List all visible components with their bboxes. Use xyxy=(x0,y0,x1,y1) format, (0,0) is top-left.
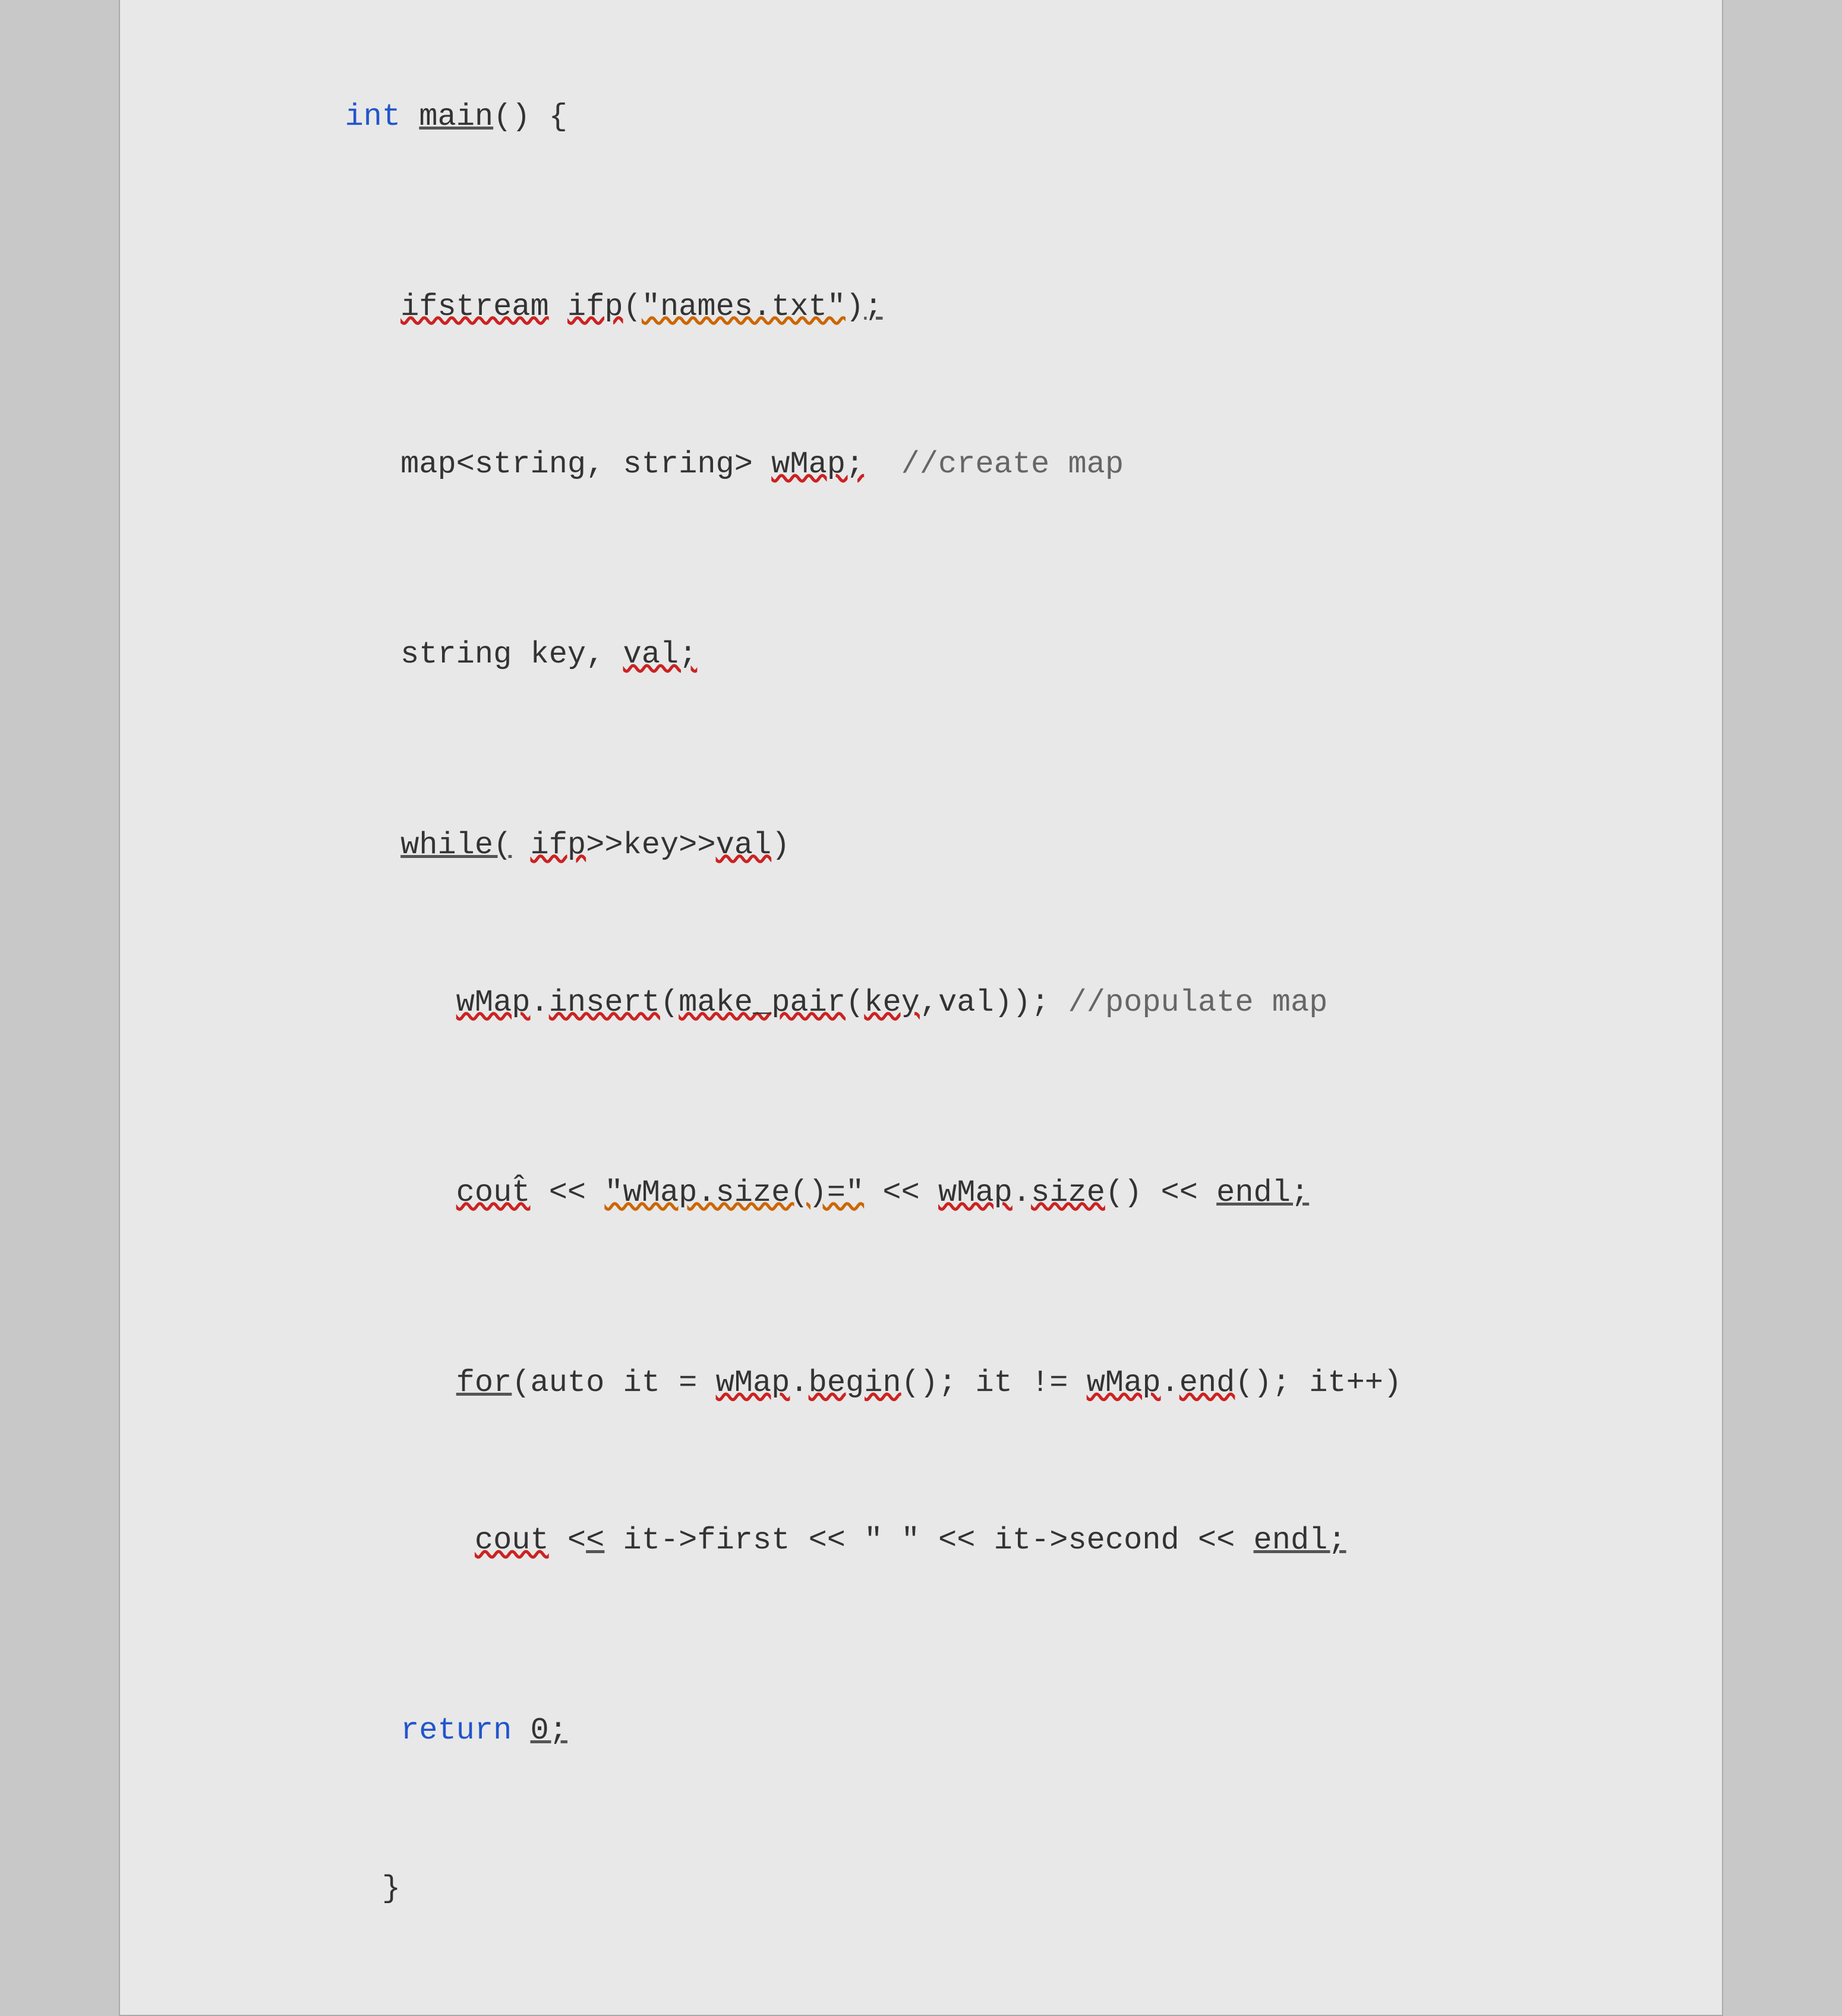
main-underline: main xyxy=(419,99,493,134)
comment-populate: //populate map xyxy=(1068,985,1328,1020)
ifp2-underline: ifp xyxy=(531,828,586,863)
line-while: while( ifp>>key>>val) xyxy=(215,766,1674,924)
keyword-int: int xyxy=(345,99,400,134)
lt-underline: < xyxy=(586,1523,604,1558)
endl1-underline: endl; xyxy=(1216,1175,1309,1210)
keyword-return: return xyxy=(400,1713,512,1748)
line-return: return 0; xyxy=(215,1652,1674,1810)
blank6 xyxy=(215,1082,1674,1115)
code-block: #include <iostream> #include <fstream> #… xyxy=(215,0,1674,1967)
line-using: using namespace std; xyxy=(215,0,1674,5)
size-string-underline: "wMap.size()=" xyxy=(604,1175,864,1210)
size-underline: size xyxy=(1031,1175,1105,1210)
blank3 xyxy=(215,196,1674,229)
while-underline: while( xyxy=(400,828,512,863)
cout-underline: cout xyxy=(456,1175,531,1210)
line-cout-it: cout << it->first << " " << it->second <… xyxy=(215,1462,1674,1620)
wmap5-underline: wMap xyxy=(1087,1365,1161,1400)
zero-underline: 0; xyxy=(531,1713,567,1748)
line-ifstream: ifstream ifp("names.txt"); xyxy=(215,229,1674,386)
key2-underline: key xyxy=(864,985,920,1020)
line-string-decl: string key, val; xyxy=(215,576,1674,734)
line-insert: wMap.insert(make_pair(key,val)); //popul… xyxy=(215,924,1674,1081)
blank8 xyxy=(215,1620,1674,1652)
for-underline: for xyxy=(456,1365,512,1400)
endl2-underline: endl; xyxy=(1254,1523,1346,1558)
blank2 xyxy=(215,5,1674,38)
wmap4-underline: wMap xyxy=(716,1365,790,1400)
line-closing-brace: } xyxy=(215,1810,1674,1967)
ifstream-underline: ifstream xyxy=(400,289,549,324)
begin-underline: begin xyxy=(809,1365,901,1400)
val2-underline: val xyxy=(716,828,772,863)
val-underline: val; xyxy=(623,637,698,672)
wmap-underline: wMap; xyxy=(771,447,864,482)
wmap2-underline: wMap xyxy=(456,985,531,1020)
blank4 xyxy=(215,544,1674,576)
ifp-underline: ifp xyxy=(567,289,623,324)
line-map: map<string, string> wMap; //create map xyxy=(215,386,1674,544)
line-cout-size: cout̂ << "wMap.size()=" << wMap.size() <… xyxy=(215,1115,1674,1272)
string-names: "names.txt" xyxy=(642,289,846,324)
line-for: for(auto it = wMap.begin(); it != wMap.e… xyxy=(215,1305,1674,1462)
line-main: int main() { xyxy=(215,38,1674,195)
cout2-underline: cout xyxy=(475,1523,549,1558)
comment-create-map: //create map xyxy=(901,447,1124,482)
makepair-underline: make_pair xyxy=(679,985,846,1020)
insert-underline: insert xyxy=(549,985,660,1020)
blank7 xyxy=(215,1272,1674,1305)
wmap3-underline: wMap xyxy=(938,1175,1013,1210)
code-container: #include <iostream> #include <fstream> #… xyxy=(119,0,1723,2016)
blank5 xyxy=(215,734,1674,766)
end-underline: end xyxy=(1179,1365,1235,1400)
